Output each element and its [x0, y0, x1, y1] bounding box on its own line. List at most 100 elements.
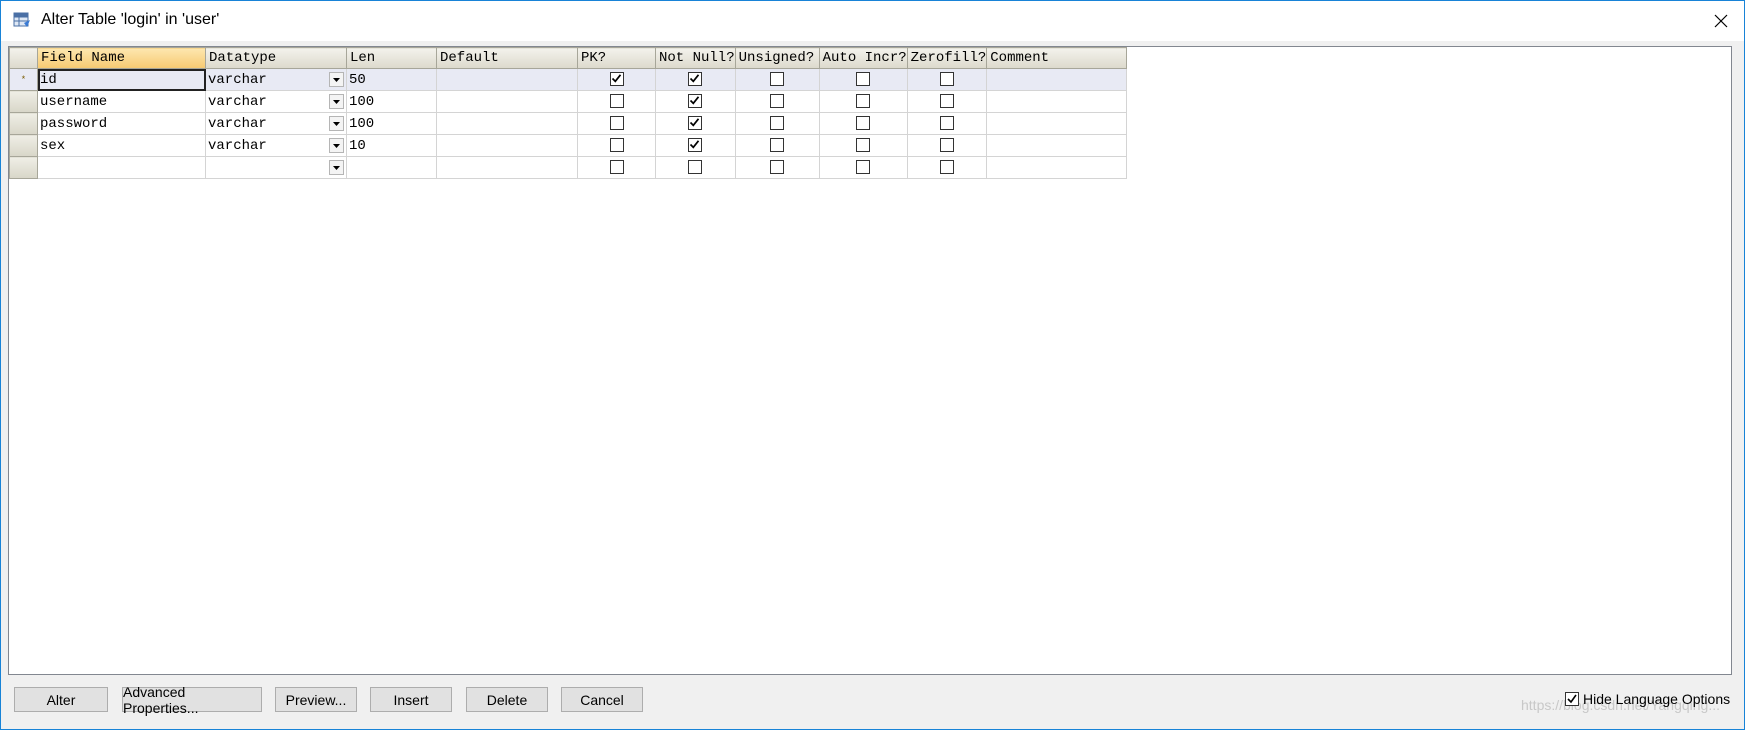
insert-button[interactable]: Insert: [370, 687, 452, 712]
default-cell[interactable]: [436, 134, 578, 157]
dropdown-arrow-icon[interactable]: [329, 160, 344, 175]
row-header[interactable]: [9, 112, 38, 135]
datatype-cell[interactable]: varchar: [205, 68, 347, 91]
default-cell[interactable]: [436, 90, 578, 113]
cancel-button[interactable]: Cancel: [561, 687, 643, 712]
column-header-field-name[interactable]: Field Name: [37, 47, 206, 69]
pk-cell[interactable]: [577, 134, 656, 157]
datatype-cell[interactable]: [205, 156, 347, 179]
row-header[interactable]: [9, 134, 38, 157]
default-cell[interactable]: [436, 112, 578, 135]
notnull-checkbox[interactable]: [688, 159, 703, 174]
field-name-cell[interactable]: password: [37, 112, 206, 135]
comment-cell[interactable]: [986, 156, 1128, 179]
default-cell[interactable]: [436, 68, 578, 91]
pk-cell[interactable]: [577, 112, 656, 135]
autoincr-cell[interactable]: [818, 112, 908, 135]
alter-button[interactable]: Alter: [14, 687, 108, 712]
notnull-cell[interactable]: [655, 134, 736, 157]
autoincr-checkbox[interactable]: [856, 93, 871, 108]
notnull-cell[interactable]: [655, 68, 736, 91]
pk-checkbox[interactable]: [609, 137, 624, 152]
comment-cell[interactable]: [986, 90, 1128, 113]
notnull-checkbox[interactable]: [688, 115, 703, 130]
unsigned-checkbox[interactable]: [770, 93, 785, 108]
default-cell[interactable]: [436, 156, 578, 179]
pk-cell[interactable]: [577, 90, 656, 113]
datatype-cell[interactable]: varchar: [205, 134, 347, 157]
column-header-comment[interactable]: Comment: [986, 47, 1128, 69]
column-header-zerofill[interactable]: Zerofill?: [906, 47, 988, 69]
notnull-checkbox[interactable]: [688, 71, 703, 86]
length-cell[interactable]: [346, 156, 437, 179]
row-header[interactable]: [9, 90, 38, 113]
column-header-unsigned[interactable]: Unsigned?: [734, 47, 820, 69]
table-row[interactable]: password varchar 100: [9, 112, 1128, 135]
comment-cell[interactable]: [986, 112, 1128, 135]
zerofill-checkbox[interactable]: [939, 71, 954, 86]
zerofill-checkbox[interactable]: [939, 137, 954, 152]
pk-cell[interactable]: [577, 156, 656, 179]
unsigned-checkbox[interactable]: [770, 159, 785, 174]
column-header-pk[interactable]: PK?: [577, 47, 656, 69]
datatype-cell[interactable]: varchar: [205, 90, 347, 113]
notnull-checkbox[interactable]: [688, 137, 703, 152]
pk-cell[interactable]: [577, 68, 656, 91]
unsigned-cell[interactable]: [734, 112, 820, 135]
zerofill-cell[interactable]: [906, 134, 988, 157]
column-header-len[interactable]: Len: [346, 47, 437, 69]
advanced-properties-button[interactable]: Advanced Properties...: [122, 684, 262, 716]
length-cell[interactable]: 50: [346, 68, 437, 91]
dropdown-arrow-icon[interactable]: [329, 72, 344, 87]
preview-button[interactable]: Preview...: [275, 687, 357, 712]
length-cell[interactable]: 100: [346, 90, 437, 113]
length-cell[interactable]: 100: [346, 112, 437, 135]
field-name-cell[interactable]: [37, 156, 206, 179]
table-row[interactable]: * id varchar 50: [9, 68, 1128, 91]
notnull-checkbox[interactable]: [688, 93, 703, 108]
autoincr-checkbox[interactable]: [856, 159, 871, 174]
table-row[interactable]: [9, 156, 1128, 179]
autoincr-checkbox[interactable]: [856, 71, 871, 86]
zerofill-checkbox[interactable]: [939, 93, 954, 108]
zerofill-cell[interactable]: [906, 90, 988, 113]
zerofill-cell[interactable]: [906, 112, 988, 135]
hide-language-options-checkbox[interactable]: Hide Language Options: [1565, 691, 1730, 707]
pk-checkbox[interactable]: [609, 115, 624, 130]
autoincr-cell[interactable]: [818, 134, 908, 157]
field-name-cell[interactable]: sex: [37, 134, 206, 157]
dropdown-arrow-icon[interactable]: [329, 138, 344, 153]
columns-grid[interactable]: Field Name Datatype Len Default PK? Not Null?…: [8, 46, 1732, 675]
zerofill-checkbox[interactable]: [939, 115, 954, 130]
notnull-cell[interactable]: [655, 112, 736, 135]
column-header-not-null[interactable]: Not Null?: [655, 47, 736, 69]
autoincr-checkbox[interactable]: [856, 137, 871, 152]
table-row[interactable]: sex varchar 10: [9, 134, 1128, 157]
unsigned-checkbox[interactable]: [770, 71, 785, 86]
datatype-cell[interactable]: varchar: [205, 112, 347, 135]
notnull-cell[interactable]: [655, 90, 736, 113]
autoincr-cell[interactable]: [818, 90, 908, 113]
autoincr-cell[interactable]: [818, 156, 908, 179]
zerofill-checkbox[interactable]: [939, 159, 954, 174]
column-header-auto-incr[interactable]: Auto Incr?: [818, 47, 908, 69]
comment-cell[interactable]: [986, 68, 1128, 91]
pk-checkbox[interactable]: [609, 93, 624, 108]
comment-cell[interactable]: [986, 134, 1128, 157]
autoincr-checkbox[interactable]: [856, 115, 871, 130]
notnull-cell[interactable]: [655, 156, 736, 179]
unsigned-cell[interactable]: [734, 68, 820, 91]
column-header-default[interactable]: Default: [436, 47, 578, 69]
unsigned-cell[interactable]: [734, 134, 820, 157]
delete-button[interactable]: Delete: [466, 687, 548, 712]
dropdown-arrow-icon[interactable]: [329, 94, 344, 109]
close-button[interactable]: [1698, 1, 1744, 41]
field-name-cell[interactable]: id: [37, 68, 206, 91]
pk-checkbox[interactable]: [609, 159, 624, 174]
checkbox-box[interactable]: [1565, 692, 1579, 706]
unsigned-cell[interactable]: [734, 156, 820, 179]
unsigned-checkbox[interactable]: [770, 115, 785, 130]
zerofill-cell[interactable]: [906, 68, 988, 91]
row-header[interactable]: *: [9, 68, 38, 91]
column-header-datatype[interactable]: Datatype: [205, 47, 347, 69]
